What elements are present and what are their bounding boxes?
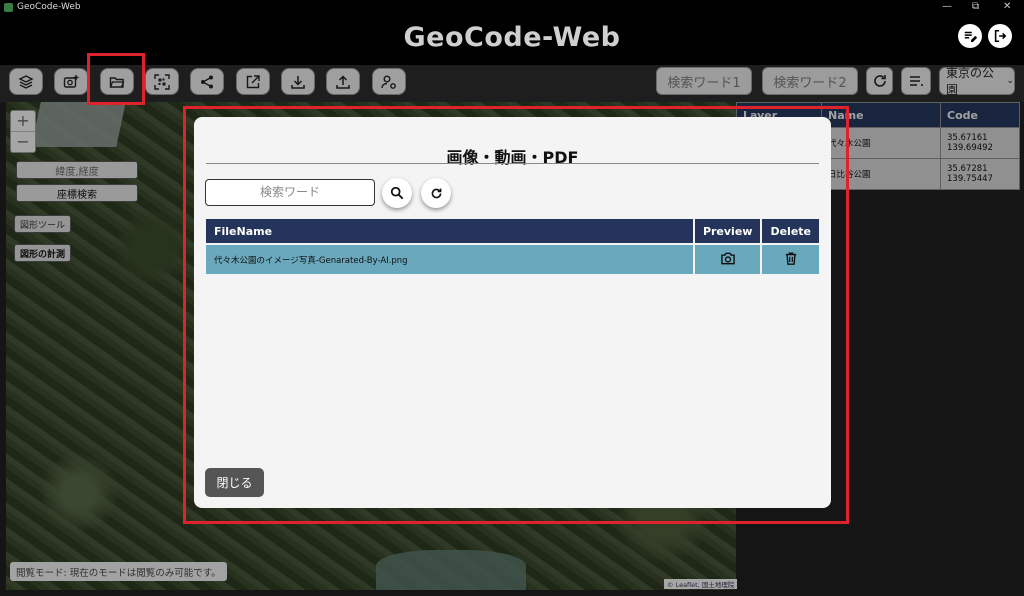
dialog-title: 画像・動画・PDF bbox=[446, 148, 579, 167]
close-dialog-button[interactable]: 閉じる bbox=[205, 468, 264, 497]
edit-list-icon bbox=[964, 31, 977, 42]
trash-icon bbox=[785, 252, 796, 265]
minimize-button[interactable]: — bbox=[942, 1, 952, 12]
title-divider bbox=[206, 163, 819, 164]
edit-list-button[interactable] bbox=[958, 24, 982, 48]
logout-icon bbox=[994, 29, 1007, 43]
file-table: FileName Preview Delete 代々木公園のイメージ写真-Gen… bbox=[206, 219, 819, 274]
refresh-icon bbox=[431, 188, 441, 198]
close-window-button[interactable]: ✕ bbox=[1003, 1, 1011, 12]
table-row[interactable]: 代々木公園のイメージ写真-Genarated-By-AI.png bbox=[206, 243, 819, 274]
app-brand: GeoCode-Web bbox=[403, 22, 621, 53]
column-header-delete: Delete bbox=[761, 219, 819, 244]
camera-icon bbox=[720, 252, 735, 264]
window-title: GeoCode-Web bbox=[17, 2, 81, 12]
preview-button[interactable] bbox=[693, 243, 763, 274]
file-search-button[interactable] bbox=[382, 178, 412, 208]
column-header-preview: Preview bbox=[693, 219, 763, 244]
file-reload-button[interactable] bbox=[421, 178, 451, 208]
logout-button[interactable] bbox=[988, 24, 1012, 48]
file-search-input[interactable]: 検索ワード bbox=[205, 179, 375, 206]
app-header: GeoCode-Web bbox=[0, 15, 1024, 65]
search-icon bbox=[390, 186, 404, 200]
app-icon bbox=[4, 3, 13, 12]
filename-cell: 代々木公園のイメージ写真-Genarated-By-AI.png bbox=[206, 243, 695, 274]
window-titlebar: GeoCode-Web — ⧉ ✕ bbox=[0, 0, 1024, 15]
maximize-button[interactable]: ⧉ bbox=[972, 1, 979, 12]
highlight-folder-button bbox=[87, 53, 145, 105]
file-dialog: 画像・動画・PDF 検索ワード FileName Preview Delete … bbox=[194, 117, 831, 508]
column-header-filename: FileName bbox=[206, 219, 695, 244]
delete-button[interactable] bbox=[761, 243, 819, 274]
